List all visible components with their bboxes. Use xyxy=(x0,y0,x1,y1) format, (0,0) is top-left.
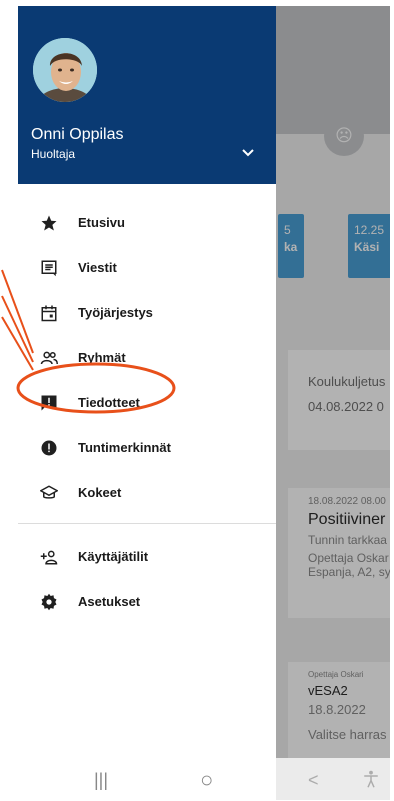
drawer-header: Onni Oppilas Huoltaja xyxy=(18,6,276,184)
menu-item-tiedotteet[interactable]: Tiedotteet xyxy=(18,380,276,425)
menu-item-label: Ryhmät xyxy=(78,350,126,365)
menu-item-kokeet[interactable]: Kokeet xyxy=(18,470,276,515)
group-icon xyxy=(40,351,58,365)
menu-item-tuntimerkinnat[interactable]: Tuntimerkinnät xyxy=(18,425,276,470)
add-person-icon xyxy=(40,550,58,565)
user-name: Onni Oppilas xyxy=(31,126,124,143)
menu-item-label: Tuntimerkinnät xyxy=(78,440,171,455)
menu-item-label: Työjärjestys xyxy=(78,305,153,320)
menu-item-viestit[interactable]: Viestit xyxy=(18,245,276,290)
menu-item-kayttajatilit[interactable]: Käyttäjätilit xyxy=(18,534,276,579)
calendar-icon xyxy=(41,305,57,322)
alert-icon xyxy=(41,440,57,456)
school-icon xyxy=(40,485,58,499)
scrim[interactable] xyxy=(276,6,390,800)
app-screen: ☹ 5 ka 12.25 Käsi Koulukuljetus 04.08.20… xyxy=(18,6,390,800)
user-role: Huoltaja xyxy=(31,147,76,161)
menu-item-asetukset[interactable]: Asetukset xyxy=(18,579,276,624)
menu-item-label: Etusivu xyxy=(78,215,125,230)
menu-item-label: Käyttäjätilit xyxy=(78,549,149,564)
menu-item-etusivu[interactable]: Etusivu xyxy=(18,200,276,245)
home-button[interactable]: ○ xyxy=(200,767,213,792)
menu-item-label: Tiedotteet xyxy=(78,395,140,410)
drawer-menu: Etusivu Viestit Työjärjestys Ryhmät Tied… xyxy=(18,184,276,624)
recents-button[interactable]: ||| xyxy=(94,770,108,790)
navbar-scrim xyxy=(276,758,390,800)
menu-item-label: Viestit xyxy=(78,260,117,275)
menu-item-ryhmat[interactable]: Ryhmät xyxy=(18,335,276,380)
message-icon xyxy=(41,260,57,277)
menu-item-label: Asetukset xyxy=(78,594,141,609)
avatar xyxy=(33,38,97,102)
menu-item-label: Kokeet xyxy=(78,485,122,500)
chevron-down-icon[interactable] xyxy=(240,145,256,161)
navigation-drawer: Onni Oppilas Huoltaja Etusivu Viestit Ty… xyxy=(18,6,276,800)
menu-divider xyxy=(18,523,276,524)
gear-icon xyxy=(41,593,57,611)
announcement-icon xyxy=(41,395,57,411)
star-icon xyxy=(41,215,57,231)
menu-item-tyojarjestys[interactable]: Työjärjestys xyxy=(18,290,276,335)
